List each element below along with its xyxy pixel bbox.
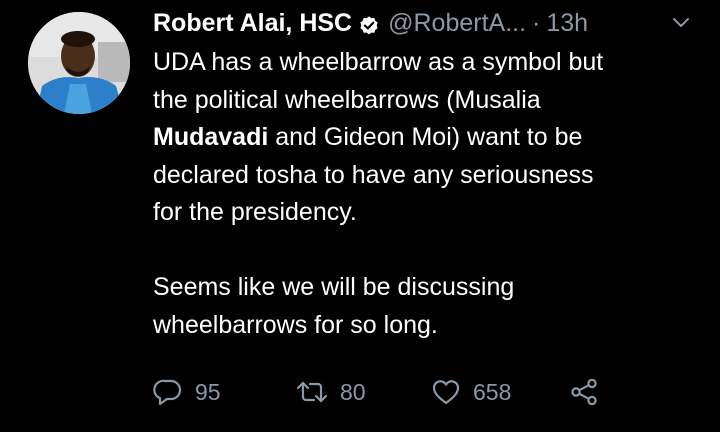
chevron-down-icon[interactable] — [670, 12, 692, 34]
retweet-count: 80 — [340, 378, 366, 405]
tweet-line: Seems like we will be discussing — [153, 273, 515, 301]
avatar[interactable] — [28, 12, 130, 114]
tweet-timestamp[interactable]: 13h — [546, 6, 588, 40]
like-button[interactable]: 658 — [431, 377, 569, 407]
verified-badge-icon — [358, 12, 380, 35]
bold-name: Mudavadi — [153, 123, 269, 151]
tweet-line: wheelbarrows for so long. — [153, 310, 438, 339]
tweet-actions: 95 80 658 — [153, 372, 599, 412]
reply-icon — [153, 377, 183, 407]
like-count: 658 — [473, 378, 512, 405]
tweet-text: UDA has a wheelbarrow as a symbol but th… — [153, 44, 713, 344]
share-icon — [569, 377, 599, 407]
tweet-line-rest: and Gideon Moi) want to be — [268, 123, 583, 151]
retweet-button[interactable]: 80 — [296, 377, 431, 407]
heart-icon — [431, 377, 461, 407]
tweet-line: declared tosha to have any seriousness — [153, 160, 594, 189]
tweet-line: Mudavadi and Gideon Moi) want to be — [153, 119, 713, 157]
separator-dot: · — [532, 9, 541, 37]
share-button[interactable] — [569, 377, 599, 407]
tweet-line: UDA has a wheelbarrow as a symbol but — [153, 48, 604, 76]
tweet-header: Robert Alai, HSC @RobertA... · 13h — [153, 6, 588, 40]
reply-count: 95 — [195, 378, 221, 405]
tweet-card[interactable]: Robert Alai, HSC @RobertA... · 13h UDA h… — [0, 0, 720, 432]
reply-button[interactable]: 95 — [153, 377, 296, 407]
tweet-line: for the presidency. — [153, 198, 357, 226]
user-handle[interactable]: @RobertA... — [388, 6, 526, 40]
retweet-icon — [296, 377, 328, 407]
tweet-line: the political wheelbarrows (Musalia — [153, 85, 541, 114]
display-name[interactable]: Robert Alai, HSC — [153, 6, 352, 40]
